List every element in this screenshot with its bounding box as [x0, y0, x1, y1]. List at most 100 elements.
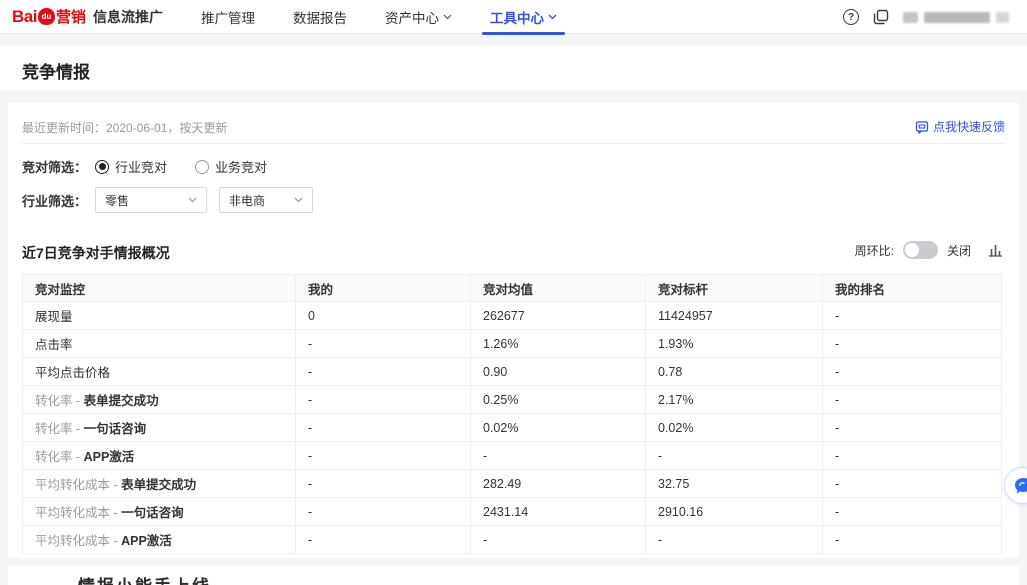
main-nav: 推广管理 数据报告 资产中心 工具中心 [201, 0, 557, 34]
chevron-down-icon [443, 14, 452, 20]
metric-name: 表单提交成功 [121, 478, 196, 492]
metric-prefix: 转化率 - [35, 394, 84, 408]
nav-label: 数据报告 [293, 7, 347, 27]
wow-toggle-off[interactable] [903, 241, 938, 259]
cell-mine: - [296, 470, 471, 498]
chat-bubble-icon [1013, 477, 1027, 495]
cell-rank: - [823, 498, 1002, 526]
metric-prefix: 平均转化成本 - [35, 534, 121, 548]
cell-benchmark: 32.75 [646, 470, 823, 498]
metric-name: 平均点击价格 [35, 366, 110, 380]
nav-item-data-report[interactable]: 数据报告 [293, 0, 347, 34]
metric-prefix: 平均转化成本 - [35, 478, 121, 492]
col-header-rank: 我的排名 [823, 275, 1002, 302]
redacted-block [996, 12, 1009, 23]
competitor-filter-row: 竞对筛选： 行业竞对 业务竞对 [22, 157, 267, 176]
radio-label: 业务竞对 [215, 157, 267, 176]
col-header-mine: 我的 [296, 275, 471, 302]
cell-rank: - [823, 526, 1002, 554]
help-icon[interactable]: ? [843, 9, 859, 25]
cell-benchmark: 2910.16 [646, 498, 823, 526]
redacted-block [924, 12, 990, 23]
section-title-7day-overview: 近7日竞争对手情报概况 [22, 243, 170, 263]
cell-rank: - [823, 470, 1002, 498]
radio-unselected-icon [195, 160, 209, 174]
radio-industry-competitor[interactable]: 行业竞对 [95, 157, 167, 176]
col-header-monitor: 竞对监控 [23, 275, 296, 302]
radio-business-competitor[interactable]: 业务竞对 [195, 157, 267, 176]
product-name: 信息流推广 [93, 7, 163, 27]
cell-average: 262677 [471, 302, 646, 330]
table-header-row: 竞对监控 我的 竞对均值 竞对标杆 我的排名 [23, 275, 1002, 302]
next-section-card-partial: 情报小能手上线 [8, 566, 1019, 585]
nav-label: 资产中心 [385, 7, 439, 27]
cell-average: 282.49 [471, 470, 646, 498]
cell-mine: - [296, 330, 471, 358]
wow-label: 周环比: [855, 242, 894, 259]
cell-rank: - [823, 442, 1002, 470]
feedback-link-label: 点我快速反馈 [933, 118, 1005, 135]
industry-select[interactable]: 零售 [95, 187, 207, 213]
radio-label: 行业竞对 [115, 157, 167, 176]
week-over-week-controls: 周环比: 关闭 [855, 241, 1003, 259]
nav-item-asset-center[interactable]: 资产中心 [385, 0, 452, 34]
toggle-knob [905, 243, 919, 257]
baidu-paw-icon: du [38, 8, 55, 25]
sub-industry-select[interactable]: 非电商 [219, 187, 313, 213]
col-header-average: 竞对均值 [471, 275, 646, 302]
cell-benchmark: - [646, 442, 823, 470]
baidu-marketing-logo[interactable]: Bai du 营销 信息流推广 [12, 6, 163, 27]
chevron-down-icon [188, 197, 197, 203]
cell-rank: - [823, 358, 1002, 386]
cell-mine: - [296, 498, 471, 526]
logo-text-bai: Bai [12, 7, 37, 27]
cell-average: - [471, 526, 646, 554]
feedback-panel-icon[interactable] [873, 9, 889, 25]
cell-mine: - [296, 358, 471, 386]
cell-mine: - [296, 526, 471, 554]
table-row: 平均转化成本 - APP激活 - - - - [23, 526, 1002, 554]
metric-name: APP激活 [84, 450, 135, 464]
competitor-monitor-table: 竞对监控 我的 竞对均值 竞对标杆 我的排名 展现量 0 262677 1142… [22, 274, 1001, 554]
table-row: 转化率 - 一句话咨询 - 0.02% 0.02% - [23, 414, 1002, 442]
industry-filter-row: 行业筛选： 零售 非电商 [22, 187, 313, 213]
metric-prefix: 平均转化成本 - [35, 506, 121, 520]
metric-name: 表单提交成功 [84, 394, 159, 408]
metric-name: 一句话咨询 [84, 422, 147, 436]
table-row: 点击率 - 1.26% 1.93% - [23, 330, 1002, 358]
account-name-redacted[interactable] [903, 12, 1009, 23]
metric-prefix: 转化率 - [35, 450, 84, 464]
metric-name: 一句话咨询 [121, 506, 184, 520]
nav-item-promotion-management[interactable]: 推广管理 [201, 0, 255, 34]
industry-filter-label: 行业筛选： [22, 191, 87, 210]
cell-mine: - [296, 414, 471, 442]
top-navigation-bar: Bai du 营销 信息流推广 推广管理 数据报告 资产中心 工具中心 ? [0, 0, 1027, 34]
page-title-bar: 竞争情报 [0, 46, 1027, 90]
wow-state-label: 关闭 [947, 242, 971, 259]
chevron-down-icon [294, 197, 303, 203]
table-row: 展现量 0 262677 11424957 - [23, 302, 1002, 330]
logo-text-brand: 营销 [56, 6, 86, 27]
metric-name: APP激活 [121, 534, 172, 548]
competitor-radio-group: 行业竞对 业务竞对 [95, 157, 267, 176]
nav-label: 工具中心 [490, 7, 544, 27]
competitor-filter-label: 竞对筛选： [22, 157, 87, 176]
metric-name: 展现量 [35, 310, 73, 324]
cell-mine: - [296, 386, 471, 414]
cell-mine: - [296, 442, 471, 470]
bar-chart-icon[interactable] [988, 243, 1003, 257]
cell-average: 0.25% [471, 386, 646, 414]
cell-average: - [471, 442, 646, 470]
table-row: 平均转化成本 - 表单提交成功 - 282.49 32.75 - [23, 470, 1002, 498]
table-row: 转化率 - 表单提交成功 - 0.25% 2.17% - [23, 386, 1002, 414]
cell-rank: - [823, 386, 1002, 414]
next-section-title-partial: 情报小能手上线 [78, 572, 211, 585]
nav-item-tool-center[interactable]: 工具中心 [490, 0, 557, 34]
feedback-bubble-icon [915, 120, 929, 134]
quick-feedback-link[interactable]: 点我快速反馈 [915, 118, 1005, 135]
cell-benchmark: - [646, 526, 823, 554]
cell-average: 2431.14 [471, 498, 646, 526]
chevron-down-icon [548, 14, 557, 20]
topbar-right: ? [843, 0, 1009, 34]
competitive-intel-panel: 最近更新时间：2020-06-01，按天更新 点我快速反馈 竞对筛选： 行业竞对… [8, 103, 1019, 558]
